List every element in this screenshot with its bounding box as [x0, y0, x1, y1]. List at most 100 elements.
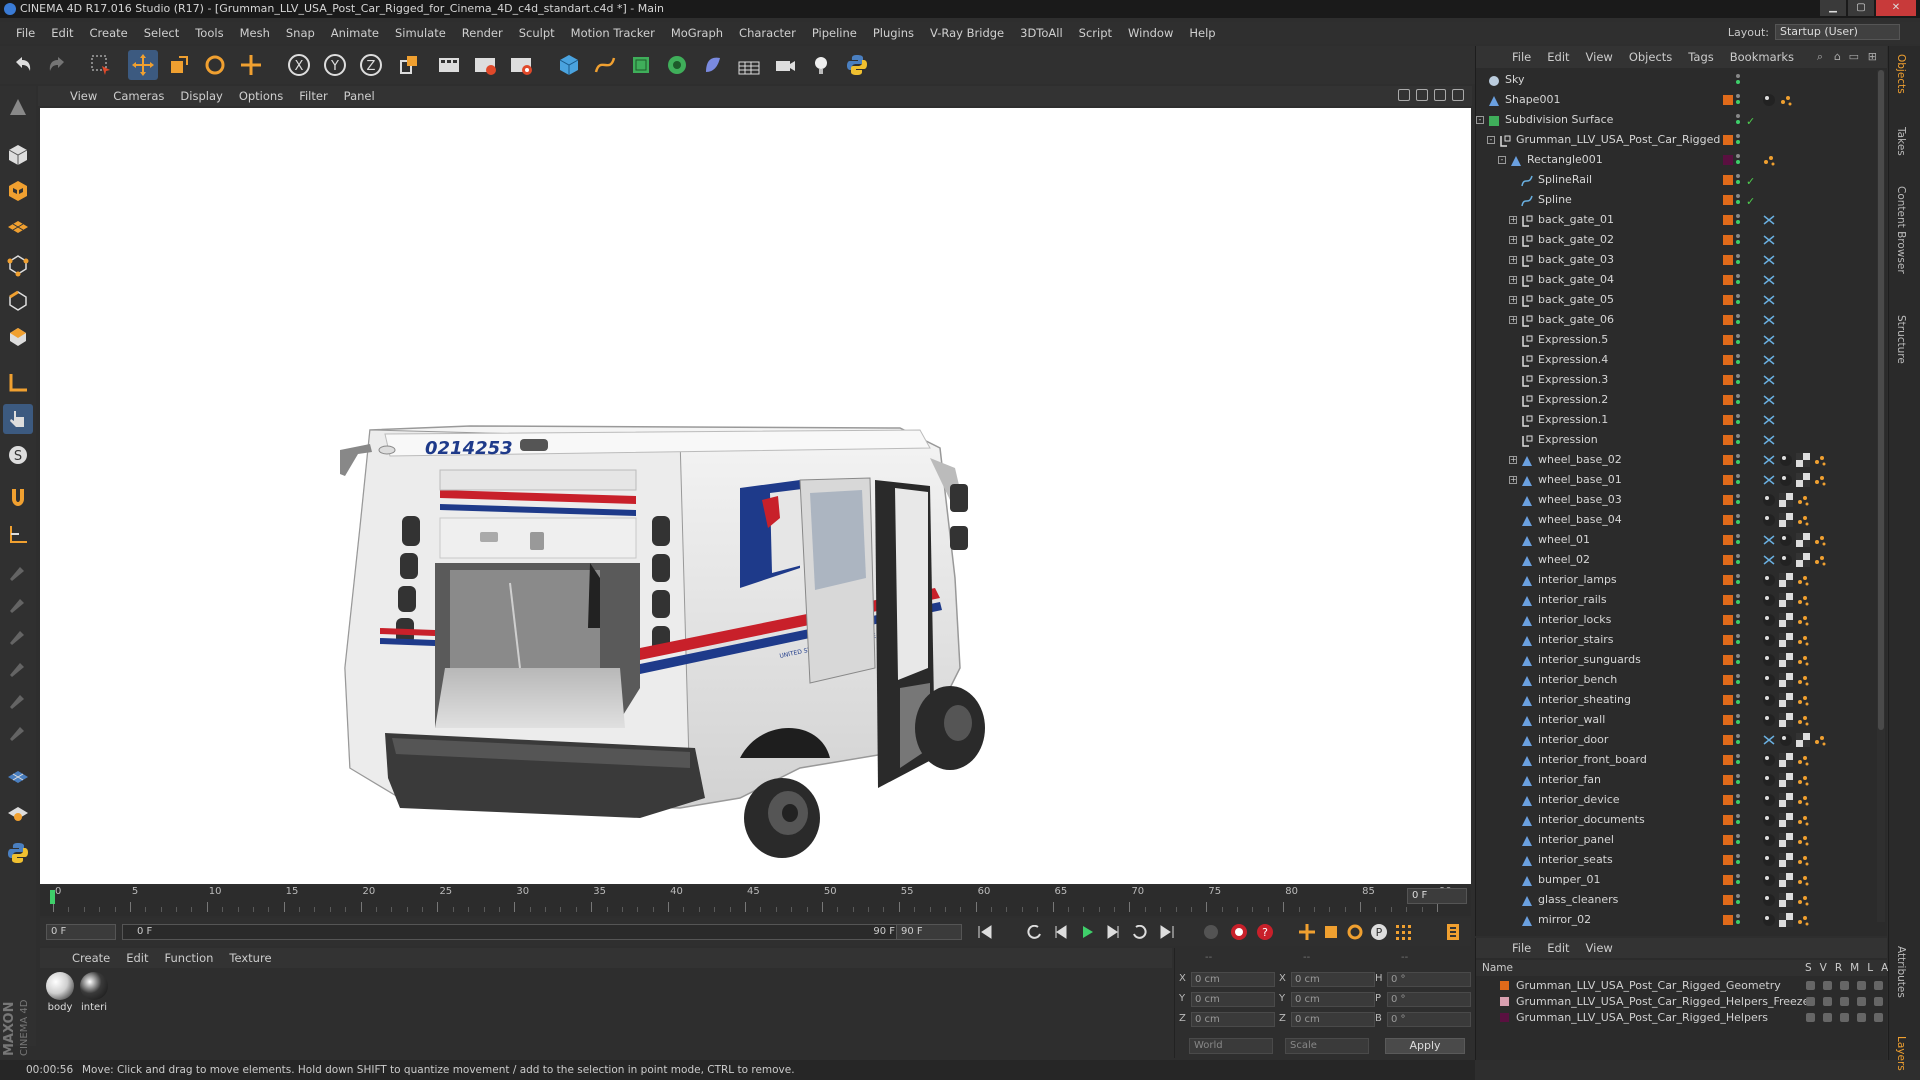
object-layer-swatch[interactable]: [1723, 755, 1733, 765]
layer-row[interactable]: Grumman_LLV_USA_Post_Car_Rigged_Helpers_…: [1476, 994, 1900, 1009]
object-row-spline[interactable]: Spline ✓: [1476, 190, 1888, 210]
checker-tag-icon[interactable]: [1779, 653, 1793, 667]
material-tag-icon[interactable]: [1762, 493, 1776, 507]
menu-file[interactable]: File: [8, 26, 43, 40]
viewport-menu-panel[interactable]: Panel: [336, 89, 383, 103]
object-layer-swatch[interactable]: [1723, 175, 1733, 185]
object-row-interior-door[interactable]: interior_door: [1476, 730, 1888, 750]
material-tag-icon[interactable]: [1762, 513, 1776, 527]
object-layer-swatch[interactable]: [1723, 115, 1733, 125]
object-row-interior-bench[interactable]: interior_bench: [1476, 670, 1888, 690]
array-icon[interactable]: [662, 50, 692, 80]
layer-flag-toggle[interactable]: [1823, 981, 1832, 990]
xpresso-tag-icon[interactable]: [1762, 233, 1776, 247]
layer-flag-toggle[interactable]: [1874, 1013, 1883, 1022]
menu-window[interactable]: Window: [1120, 26, 1181, 40]
go-to-end-icon[interactable]: [1156, 922, 1178, 942]
visibility-dots[interactable]: [1736, 834, 1740, 846]
object-layer-swatch[interactable]: [1723, 135, 1733, 145]
visibility-dots[interactable]: [1736, 854, 1740, 866]
menu-plugins[interactable]: Plugins: [865, 26, 922, 40]
layer-flag-toggle[interactable]: [1840, 981, 1849, 990]
layer-flag-toggle[interactable]: [1874, 997, 1883, 1006]
end-frame-field[interactable]: 90 F: [896, 924, 962, 940]
camera-icon[interactable]: [770, 50, 800, 80]
key-pla-icon[interactable]: [1392, 922, 1414, 942]
visibility-dots[interactable]: [1736, 694, 1740, 706]
visibility-dots[interactable]: [1736, 214, 1740, 226]
visibility-dots[interactable]: [1736, 174, 1740, 186]
visibility-dots[interactable]: [1736, 374, 1740, 386]
layer-menu-view[interactable]: View: [1578, 941, 1621, 955]
checker-tag-icon[interactable]: [1779, 873, 1793, 887]
transform-tool-icon[interactable]: [236, 50, 266, 80]
xpresso-tag-icon[interactable]: [1762, 273, 1776, 287]
dots-tag-icon[interactable]: [1796, 633, 1810, 647]
tweak-mode-icon[interactable]: [3, 404, 33, 434]
subdivision-surface-icon[interactable]: [626, 50, 656, 80]
xpresso-tag-icon[interactable]: [1762, 733, 1776, 747]
object-layer-swatch[interactable]: [1723, 255, 1733, 265]
object-menu-view[interactable]: View: [1578, 50, 1621, 64]
dots-tag-icon[interactable]: [1762, 153, 1776, 167]
xpresso-tag-icon[interactable]: [1762, 333, 1776, 347]
menu-pipeline[interactable]: Pipeline: [804, 26, 865, 40]
dots-tag-icon[interactable]: [1813, 733, 1827, 747]
material-menu-function[interactable]: Function: [157, 951, 222, 965]
object-layer-swatch[interactable]: [1723, 815, 1733, 825]
object-row-mirror-02[interactable]: mirror_02: [1476, 910, 1888, 930]
polygons-mode-icon[interactable]: [3, 322, 33, 352]
object-layer-swatch[interactable]: [1723, 715, 1733, 725]
object-layer-swatch[interactable]: [1723, 475, 1733, 485]
visibility-dots[interactable]: [1736, 234, 1740, 246]
material-tag-icon[interactable]: [1762, 833, 1776, 847]
object-row-interior-sunguards[interactable]: interior_sunguards: [1476, 650, 1888, 670]
redo-icon[interactable]: [42, 50, 72, 80]
layer-flag-toggle[interactable]: [1840, 997, 1849, 1006]
object-row-sky[interactable]: Sky: [1476, 70, 1888, 90]
object-row-grumman-llv-usa-post-car-rigged[interactable]: - Grumman_LLV_USA_Post_Car_Rigged: [1476, 130, 1888, 150]
material-tag-icon[interactable]: [1779, 553, 1793, 567]
material-tag-icon[interactable]: [1762, 93, 1776, 107]
side-tab-content-browser[interactable]: Content Browser: [1895, 186, 1907, 274]
object-layer-swatch[interactable]: [1723, 575, 1733, 585]
start-frame-field[interactable]: 0 F: [46, 924, 116, 940]
visibility-dots[interactable]: [1736, 494, 1740, 506]
layout-dropdown[interactable]: Startup (User): [1775, 24, 1900, 40]
object-layer-swatch[interactable]: [1723, 435, 1733, 445]
layer-flag-toggle[interactable]: [1857, 981, 1866, 990]
dots-tag-icon[interactable]: [1796, 573, 1810, 587]
object-row-interior-wall[interactable]: interior_wall: [1476, 710, 1888, 730]
object-row-back-gate-02[interactable]: + back_gate_02: [1476, 230, 1888, 250]
coord-value-field[interactable]: 0 cm: [1291, 1012, 1375, 1027]
orbit-icon[interactable]: [1434, 89, 1446, 101]
checker-tag-icon[interactable]: [1779, 613, 1793, 627]
object-row-interior-stairs[interactable]: interior_stairs: [1476, 630, 1888, 650]
visibility-dots[interactable]: [1736, 574, 1740, 586]
menu-motion-tracker[interactable]: Motion Tracker: [563, 26, 663, 40]
expand-icon[interactable]: +: [1509, 316, 1517, 324]
object-layer-swatch[interactable]: [1723, 275, 1733, 285]
material-tag-icon[interactable]: [1762, 613, 1776, 627]
visibility-dots[interactable]: [1736, 654, 1740, 666]
visibility-dots[interactable]: [1736, 554, 1740, 566]
viewport-menu-filter[interactable]: Filter: [291, 89, 335, 103]
object-row-rectangle001[interactable]: - Rectangle001: [1476, 150, 1888, 170]
object-layer-swatch[interactable]: [1723, 355, 1733, 365]
visibility-dots[interactable]: [1736, 414, 1740, 426]
coord-value-field[interactable]: 0 °: [1387, 972, 1471, 987]
autokey-icon[interactable]: [1228, 922, 1250, 942]
enabled-check-icon[interactable]: ✓: [1746, 112, 1755, 132]
layer-flag-toggle[interactable]: [1840, 1013, 1849, 1022]
material-tag-icon[interactable]: [1762, 573, 1776, 587]
layer-flag-toggle[interactable]: [1857, 997, 1866, 1006]
rotate-tool-icon[interactable]: [200, 50, 230, 80]
visibility-dots[interactable]: [1736, 894, 1740, 906]
layer-flag-toggle[interactable]: [1806, 997, 1815, 1006]
xpresso-tag-icon[interactable]: [1762, 473, 1776, 487]
material-menu-edit[interactable]: Edit: [118, 951, 156, 965]
menu-sculpt[interactable]: Sculpt: [511, 26, 563, 40]
coord-value-field[interactable]: 0 cm: [1191, 992, 1275, 1007]
checker-tag-icon[interactable]: [1779, 753, 1793, 767]
object-layer-swatch[interactable]: [1723, 655, 1733, 665]
